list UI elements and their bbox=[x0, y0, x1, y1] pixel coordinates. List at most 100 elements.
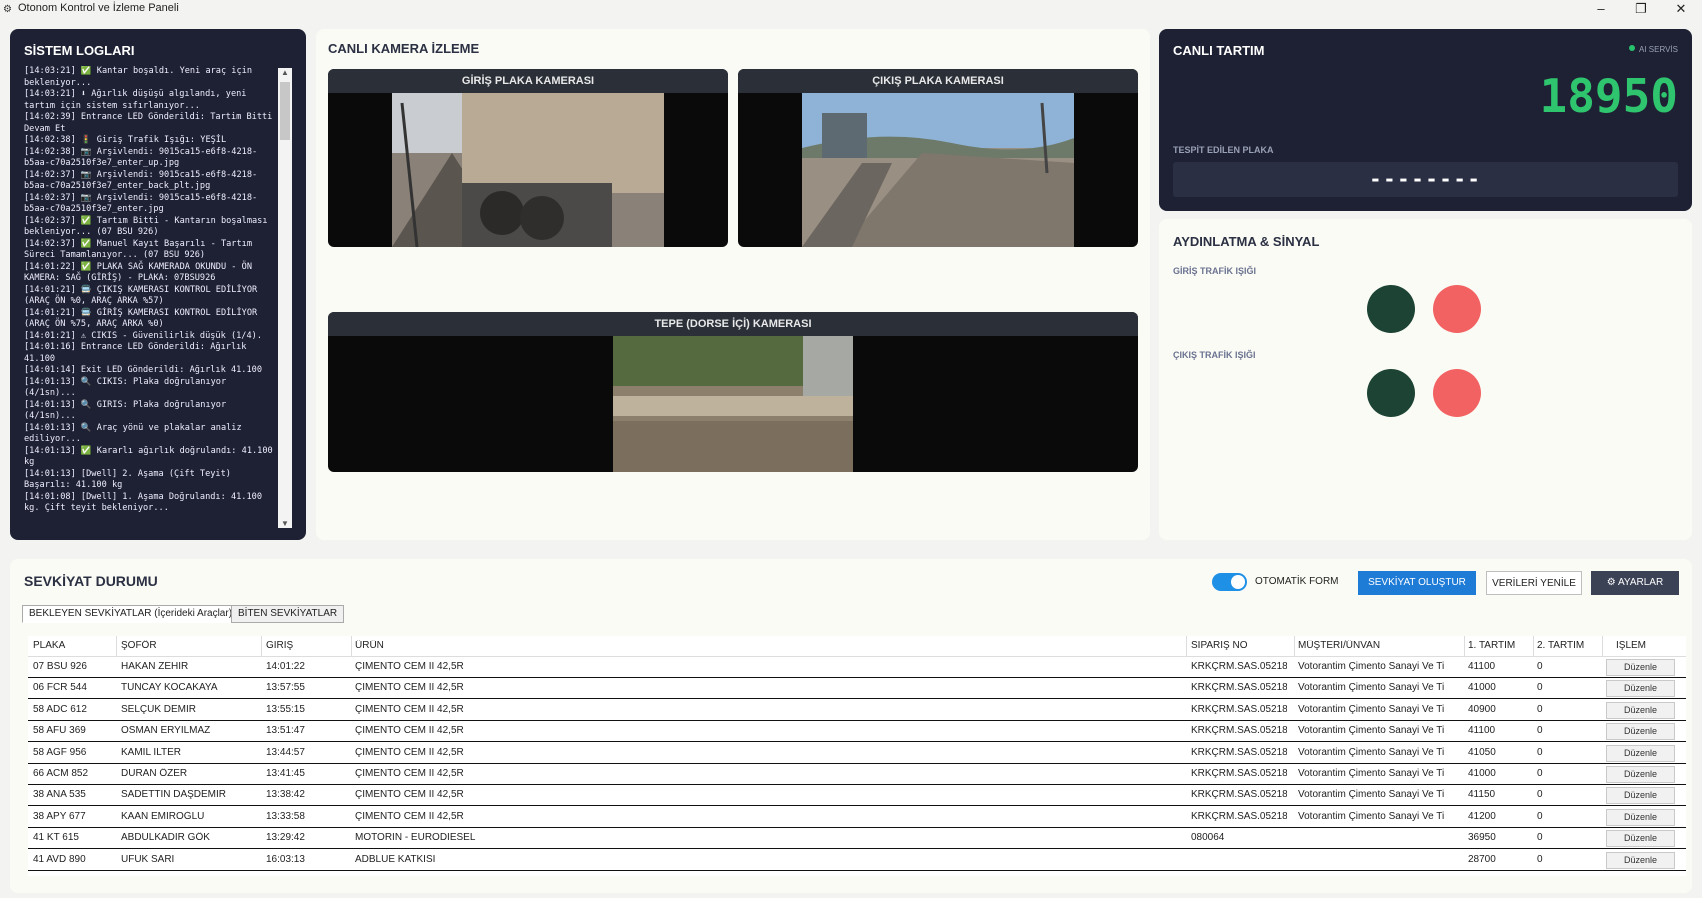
log-line: [14:02:39] Entrance LED Gönderildi: Tart… bbox=[24, 112, 273, 134]
exit-red-light[interactable] bbox=[1433, 369, 1481, 417]
table-cell: 38 ANA 535 bbox=[33, 789, 86, 801]
column-header[interactable]: 1. TARTIM bbox=[1468, 640, 1548, 651]
entry-camera-feed[interactable]: GİRİŞ PLAKA KAMERASI bbox=[328, 69, 728, 247]
log-line: [14:02:38] 📷 Arşivlendi: 9015ca15-e6f8-4… bbox=[24, 146, 258, 169]
log-scrollbar[interactable]: ▲ ▼ bbox=[278, 68, 292, 528]
table-cell: 13:44:57 bbox=[266, 746, 305, 758]
log-line: [14:01:14] Exit LED Gönderildi: Ağırlık … bbox=[24, 365, 262, 375]
table-cell: KAAN EMİROĞLU bbox=[121, 810, 205, 822]
scroll-down-icon[interactable]: ▼ bbox=[278, 519, 292, 528]
entry-green-light[interactable] bbox=[1367, 285, 1415, 333]
table-row[interactable]: 38 APY 677 KAAN EMİROĞLU 13:33:58 ÇİMENTO C… bbox=[28, 807, 1686, 828]
settings-button[interactable]: ⚙ AYARLAR bbox=[1591, 571, 1679, 595]
edit-button[interactable]: Düzenle bbox=[1606, 808, 1675, 826]
lighting-signal-panel: AYDINLATMA & SİNYAL GİRİŞ TRAFİK IŞIĞI Ç… bbox=[1159, 219, 1692, 540]
edit-button[interactable]: Düzenle bbox=[1606, 680, 1675, 698]
detected-plate-label: TESPİT EDİLEN PLAKA bbox=[1173, 145, 1274, 155]
table-cell: HAKAN ZEHİR bbox=[121, 661, 189, 672]
table-cell: 13:57:55 bbox=[266, 682, 305, 694]
edit-button[interactable]: Düzenle bbox=[1606, 659, 1675, 676]
entry-camera-image bbox=[392, 93, 664, 247]
edit-button[interactable]: Düzenle bbox=[1606, 766, 1675, 783]
table-row[interactable]: 58 AFU 369 OSMAN ERYILMAZ 13:51:47 ÇİMENTO … bbox=[28, 721, 1686, 743]
edit-button[interactable]: Düzenle bbox=[1606, 830, 1675, 848]
tab-pending-shipments[interactable]: BEKLEYEN SEVKİYATLAR (İçerideki Araçlar) bbox=[22, 605, 240, 623]
tab-finished-shipments[interactable]: BİTEN SEVKİYATLAR bbox=[231, 605, 345, 623]
log-line: [14:01:08] [Dwell] 1. Aşama Doğrulandı: … bbox=[24, 491, 268, 514]
close-icon[interactable]: ✕ bbox=[1662, 0, 1700, 20]
table-row[interactable]: 58 AGF 956 KAMİL İLTER 13:44:57 ÇİMENTO CEM… bbox=[28, 743, 1686, 764]
table-cell: 0 bbox=[1537, 768, 1543, 779]
column-header[interactable]: GİRİŞ bbox=[266, 640, 351, 651]
column-header[interactable]: MÜŞTERİ/ÜNVAN bbox=[1298, 640, 1464, 651]
table-cell: DURAN ÖZER bbox=[121, 768, 188, 779]
edit-button[interactable]: Düzenle bbox=[1606, 851, 1675, 869]
exit-camera-feed[interactable]: ÇIKIŞ PLAKA KAMERASI bbox=[738, 69, 1138, 247]
minimize-icon[interactable]: – bbox=[1582, 0, 1620, 20]
table-cell: SADETTİN DAŞDEMİR bbox=[121, 789, 227, 801]
refresh-data-button[interactable]: VERİLERİ YENİLE bbox=[1486, 571, 1582, 595]
table-cell: 14:01:22 bbox=[266, 661, 305, 672]
column-header[interactable]: SİPARİŞ NO bbox=[1191, 640, 1287, 651]
log-line: [14:02:37] 📷 Arşivlendi: 9015ca15-e6f8-4… bbox=[24, 169, 258, 192]
table-cell: 07 BSU 926 bbox=[33, 661, 87, 672]
table-cell: KRKÇRM.SAS.05218 bbox=[1191, 682, 1287, 694]
table-row[interactable]: 41 KT 615 ABDULKADİR GÖK 13:29:42 MOTORİN -… bbox=[28, 828, 1686, 850]
table-cell: UFUK SARI bbox=[121, 853, 175, 865]
table-row[interactable]: 38 ANA 535 SADETTİN DAŞDEMİR 13:38:42 ÇİMEN… bbox=[28, 785, 1686, 807]
table-cell: 0 bbox=[1537, 703, 1543, 715]
table-cell: Votorantim Çimento Sanayi Ve Ti bbox=[1298, 725, 1445, 737]
ai-service-status: AI SERVİS bbox=[1629, 45, 1678, 54]
table-row[interactable]: 41 AVD 890 UFUK SARI 16:03:13 ADBLUE KATKIS… bbox=[28, 850, 1686, 871]
create-shipment-button[interactable]: SEVKİYAT OLUŞTUR bbox=[1358, 571, 1476, 595]
detected-plate-value: -------- bbox=[1173, 162, 1678, 197]
table-cell: Votorantim Çimento Sanayi Ve Ti bbox=[1298, 810, 1445, 822]
log-line: [14:01:13] ✅ Kararlı ağırlık doğrulandı:… bbox=[24, 445, 273, 468]
table-cell: 06 FCR 544 bbox=[33, 682, 87, 694]
table-cell: 41150 bbox=[1468, 789, 1496, 801]
top-camera-image bbox=[613, 336, 853, 472]
app-icon: ⚙ bbox=[3, 4, 12, 15]
table-cell: Votorantim Çimento Sanayi Ve Ti bbox=[1298, 768, 1445, 779]
table-cell: ÇİMENTO CEM II 42,5R bbox=[355, 682, 464, 694]
logs-title: SİSTEM LOGLARI bbox=[24, 43, 135, 58]
table-cell: 16:03:13 bbox=[266, 853, 305, 865]
table-row[interactable]: 58 ADC 612 SELÇUK DEMİR 13:55:15 ÇİMENTO CE… bbox=[28, 700, 1686, 721]
scrollbar-thumb[interactable] bbox=[280, 82, 290, 140]
table-cell: 13:33:58 bbox=[266, 810, 305, 822]
table-row[interactable]: 66 ACM 852 DURAN ÖZER 13:41:45 ÇİMENTO CEM … bbox=[28, 764, 1686, 785]
table-cell: KRKÇRM.SAS.05218 bbox=[1191, 789, 1287, 801]
table-cell: 13:51:47 bbox=[266, 725, 305, 737]
weight-value: 18950 bbox=[1539, 69, 1678, 123]
table-row[interactable]: 06 FCR 544 TUNCAY KOCAKAYA 13:57:55 ÇİMENTO… bbox=[28, 678, 1686, 700]
column-header[interactable]: ÜRÜN bbox=[355, 640, 785, 651]
auto-form-toggle[interactable] bbox=[1212, 573, 1247, 591]
log-line: [14:02:37] 📷 Arşivlendi: 9015ca15-e6f8-4… bbox=[24, 192, 258, 215]
log-line: [14:02:38] 🚦 Giriş Trafik Işığı: YEŞİL bbox=[24, 135, 227, 145]
table-cell: KRKÇRM.SAS.05218 bbox=[1191, 661, 1287, 672]
column-header[interactable]: PLAKA bbox=[33, 640, 113, 651]
table-cell: MOTORİN - EURODIESEL bbox=[355, 832, 476, 844]
column-header[interactable]: 2. TARTIM bbox=[1537, 640, 1597, 651]
entry-camera-label: GİRİŞ PLAKA KAMERASI bbox=[328, 69, 728, 93]
auto-form-label: OTOMATİK FORM bbox=[1255, 576, 1339, 587]
entry-red-light[interactable] bbox=[1433, 285, 1481, 333]
exit-green-light[interactable] bbox=[1367, 369, 1415, 417]
edit-button[interactable]: Düzenle bbox=[1606, 701, 1675, 719]
scroll-up-icon[interactable]: ▲ bbox=[278, 68, 292, 77]
column-header[interactable]: ŞOFÖR bbox=[121, 640, 249, 651]
edit-button[interactable]: Düzenle bbox=[1606, 787, 1675, 805]
table-cell: Votorantim Çimento Sanayi Ve Ti bbox=[1298, 682, 1445, 694]
table-cell: 080064 bbox=[1191, 832, 1225, 844]
table-cell: ÇİMENTO CEM II 42,5R bbox=[355, 661, 464, 672]
column-header[interactable]: İŞLEM bbox=[1616, 640, 1686, 651]
table-row[interactable]: 07 BSU 926 HAKAN ZEHİR 14:01:22 ÇİMENTO CEM… bbox=[28, 657, 1686, 678]
ai-service-label: AI SERVİS bbox=[1639, 45, 1678, 54]
maximize-icon[interactable]: ❐ bbox=[1622, 0, 1660, 20]
table-cell: 0 bbox=[1537, 810, 1543, 822]
edit-button[interactable]: Düzenle bbox=[1606, 744, 1675, 762]
table-cell: 41050 bbox=[1468, 746, 1496, 758]
table-cell: ÇİMENTO CEM II 42,5R bbox=[355, 725, 464, 737]
edit-button[interactable]: Düzenle bbox=[1606, 723, 1675, 741]
top-camera-feed[interactable]: TEPE (DORSE İÇİ) KAMERASI bbox=[328, 312, 1138, 472]
